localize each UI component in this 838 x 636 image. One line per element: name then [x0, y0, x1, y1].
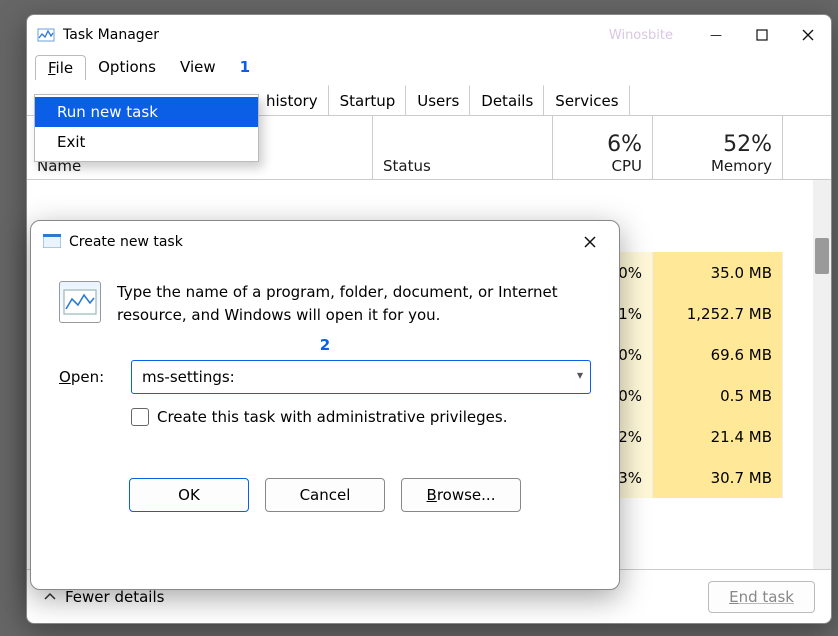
- tab-app-history[interactable]: history: [255, 85, 329, 116]
- end-task-button[interactable]: End task: [708, 581, 815, 613]
- memory-cell: 1,252.7 MB: [653, 293, 783, 334]
- dialog-titlebar: Create new task: [31, 221, 619, 263]
- chevron-up-icon: [43, 590, 57, 604]
- window-title: Task Manager: [63, 27, 159, 43]
- tab-services[interactable]: Services: [544, 85, 629, 116]
- scrollbar-track[interactable]: [813, 180, 831, 569]
- memory-cell: 21.4 MB: [653, 416, 783, 457]
- admin-privileges-label: Create this task with administrative pri…: [157, 408, 507, 426]
- open-label: Open:: [59, 368, 113, 386]
- maximize-button[interactable]: [739, 15, 785, 55]
- memory-cell: 30.7 MB: [653, 457, 783, 498]
- menu-exit[interactable]: Exit: [35, 127, 258, 157]
- open-input[interactable]: [131, 360, 591, 394]
- menu-run-new-task[interactable]: Run new task: [35, 97, 258, 127]
- menu-view[interactable]: View: [168, 55, 228, 80]
- chevron-down-icon[interactable]: ▾: [577, 368, 583, 382]
- dialog-body: Type the name of a program, folder, docu…: [31, 263, 619, 512]
- browse-button[interactable]: Browse...: [401, 478, 521, 512]
- col-cpu[interactable]: 6% CPU: [553, 116, 653, 179]
- dialog-close-button[interactable]: [567, 222, 613, 262]
- memory-cell: 0.5 MB: [653, 375, 783, 416]
- minimize-button[interactable]: —: [693, 15, 739, 55]
- col-memory[interactable]: 52% Memory: [653, 116, 783, 179]
- dialog-description: Type the name of a program, folder, docu…: [117, 281, 591, 328]
- ok-button[interactable]: OK: [129, 478, 249, 512]
- col-status[interactable]: Status: [373, 116, 553, 179]
- tab-startup[interactable]: Startup: [329, 85, 407, 116]
- memory-cell: 69.6 MB: [653, 334, 783, 375]
- task-manager-icon: [37, 26, 55, 44]
- fewer-details-toggle[interactable]: Fewer details: [43, 588, 164, 606]
- cancel-button[interactable]: Cancel: [265, 478, 385, 512]
- watermark-text: Winosbite: [601, 28, 693, 43]
- dialog-title: Create new task: [69, 234, 183, 250]
- annotation-step-1: 1: [228, 55, 262, 80]
- titlebar: Task Manager Winosbite —: [27, 15, 831, 55]
- file-menu-dropdown: Run new task Exit: [34, 94, 259, 162]
- run-dialog-icon: [43, 233, 61, 252]
- tab-details[interactable]: Details: [470, 85, 544, 116]
- menu-options[interactable]: Options: [86, 55, 168, 80]
- menu-file[interactable]: File: [35, 55, 86, 80]
- close-button[interactable]: [785, 15, 831, 55]
- annotation-step-2: 2: [59, 336, 591, 354]
- create-new-task-dialog: Create new task Type the name of a progr…: [30, 220, 620, 590]
- memory-cell: 35.0 MB: [653, 252, 783, 293]
- tab-users[interactable]: Users: [406, 85, 470, 116]
- scrollbar-thumb[interactable]: [815, 238, 829, 274]
- menubar: File Options View 1: [27, 55, 831, 84]
- run-command-icon: [59, 281, 101, 323]
- admin-privileges-checkbox[interactable]: [131, 408, 149, 426]
